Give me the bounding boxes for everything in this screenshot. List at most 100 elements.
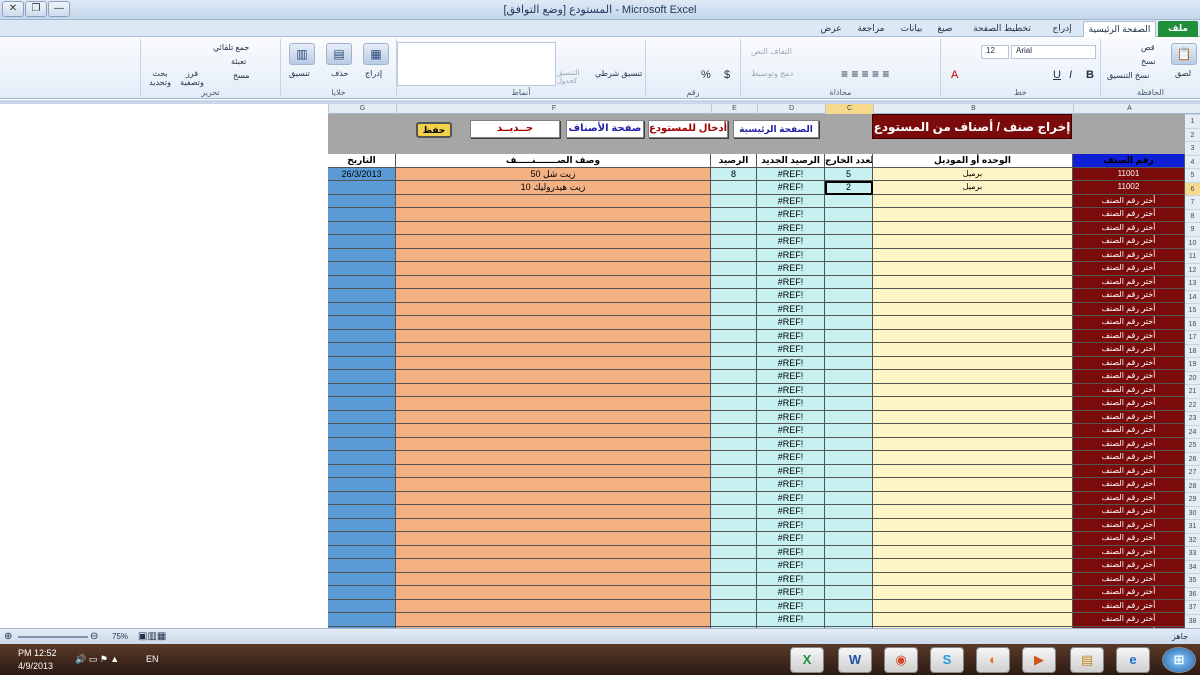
unit-cell[interactable] <box>873 289 1073 303</box>
balance-cell[interactable] <box>711 248 757 262</box>
new-balance-cell[interactable]: #REF! <box>757 424 825 438</box>
balance-cell[interactable] <box>711 613 757 627</box>
balance-cell[interactable] <box>711 532 757 546</box>
balance-cell[interactable] <box>711 383 757 397</box>
balance-cell[interactable]: 8 <box>711 167 757 181</box>
row-header[interactable]: 23 <box>1185 411 1200 425</box>
date-cell[interactable] <box>328 424 396 438</box>
new-balance-cell[interactable]: #REF! <box>757 275 825 289</box>
out-qty-cell[interactable] <box>825 343 873 357</box>
item-no-cell[interactable]: أختر رقم الصنف <box>1073 478 1185 492</box>
out-qty-cell[interactable] <box>825 572 873 586</box>
date-cell[interactable] <box>328 545 396 559</box>
item-no-cell[interactable]: أختر رقم الصنف <box>1073 208 1185 222</box>
new-balance-cell[interactable]: #REF! <box>757 545 825 559</box>
balance-cell[interactable] <box>711 343 757 357</box>
row-header[interactable]: 21 <box>1185 384 1200 398</box>
column-header-b[interactable]: B <box>873 104 1073 114</box>
new-balance-cell[interactable]: #REF! <box>757 235 825 249</box>
fill-button[interactable]: تعبئة <box>231 57 246 66</box>
merge-center-button[interactable]: دمج وتوسيط <box>751 69 793 78</box>
description-cell[interactable] <box>396 194 711 208</box>
description-cell[interactable] <box>396 221 711 235</box>
new-balance-cell[interactable]: #REF! <box>757 478 825 492</box>
balance-cell[interactable] <box>711 329 757 343</box>
new-balance-cell[interactable]: #REF! <box>757 208 825 222</box>
unit-cell[interactable] <box>873 424 1073 438</box>
cut-button[interactable]: قص <box>1141 43 1155 52</box>
column-header-a[interactable]: A <box>1073 104 1185 114</box>
balance-cell[interactable] <box>711 181 757 195</box>
row-header[interactable]: 24 <box>1185 424 1200 439</box>
out-qty-cell[interactable] <box>825 356 873 370</box>
item-no-cell[interactable]: أختر رقم الصنف <box>1073 572 1185 586</box>
view-buttons-icon[interactable]: ▣▥▦ <box>138 631 166 642</box>
unit-cell[interactable] <box>873 532 1073 546</box>
description-cell[interactable] <box>396 518 711 532</box>
new-balance-cell[interactable]: #REF! <box>757 518 825 532</box>
balance-cell[interactable] <box>711 275 757 289</box>
out-qty-cell[interactable] <box>825 491 873 505</box>
format-painter-button[interactable]: نسخ التنسيق <box>1107 71 1149 80</box>
unit-cell[interactable] <box>873 194 1073 208</box>
item-no-cell[interactable]: أختر رقم الصنف <box>1073 221 1185 235</box>
new-balance-cell[interactable]: #REF! <box>757 559 825 573</box>
unit-cell[interactable] <box>873 316 1073 330</box>
balance-cell[interactable] <box>711 235 757 249</box>
description-cell[interactable] <box>396 248 711 262</box>
balance-cell[interactable] <box>711 505 757 519</box>
description-cell[interactable] <box>396 424 711 438</box>
currency-button[interactable]: $ <box>724 69 730 81</box>
unit-cell[interactable] <box>873 613 1073 627</box>
item-no-cell[interactable]: أختر رقم الصنف <box>1073 262 1185 276</box>
row-header[interactable]: 4 <box>1185 154 1200 169</box>
new-balance-cell[interactable]: #REF! <box>757 302 825 316</box>
row-header[interactable]: 17 <box>1185 330 1200 344</box>
underline-button[interactable]: U <box>1053 69 1061 81</box>
out-qty-cell[interactable] <box>825 275 873 289</box>
date-cell[interactable] <box>328 613 396 627</box>
item-no-cell[interactable]: أختر رقم الصنف <box>1073 464 1185 478</box>
row-header[interactable]: 5 <box>1185 168 1200 182</box>
date-cell[interactable] <box>328 532 396 546</box>
item-no-cell[interactable]: أختر رقم الصنف <box>1073 356 1185 370</box>
description-cell[interactable] <box>396 289 711 303</box>
out-qty-cell[interactable] <box>825 532 873 546</box>
date-cell[interactable] <box>328 478 396 492</box>
tray-icons[interactable]: 🔊 ▭ ⚑ ▲ <box>75 654 119 665</box>
column-header-d[interactable]: D <box>757 104 825 114</box>
description-cell[interactable] <box>396 437 711 451</box>
out-qty-cell[interactable] <box>825 478 873 492</box>
item-no-cell[interactable]: أختر رقم الصنف <box>1073 491 1185 505</box>
item-no-cell[interactable]: 11002 <box>1073 181 1185 195</box>
description-cell[interactable] <box>396 316 711 330</box>
date-cell[interactable] <box>328 289 396 303</box>
description-cell[interactable] <box>396 356 711 370</box>
out-qty-cell[interactable] <box>825 329 873 343</box>
zoom-level[interactable]: 75% <box>112 632 128 641</box>
stock-in-button[interactable]: أدخال للمستودع <box>648 120 728 138</box>
balance-cell[interactable] <box>711 289 757 303</box>
out-qty-cell[interactable] <box>825 370 873 384</box>
date-cell[interactable] <box>328 194 396 208</box>
row-header[interactable]: 10 <box>1185 235 1200 250</box>
item-no-cell[interactable]: أختر رقم الصنف <box>1073 518 1185 532</box>
chrome-taskbar-icon[interactable]: ◉ <box>884 647 918 673</box>
new-button[interactable]: جــديــد <box>470 120 560 138</box>
paste-button[interactable]: لصق <box>1175 69 1191 78</box>
new-balance-cell[interactable]: #REF! <box>757 356 825 370</box>
unit-cell[interactable] <box>873 248 1073 262</box>
zoom-slider[interactable] <box>18 636 88 638</box>
description-cell[interactable] <box>396 397 711 411</box>
percent-button[interactable]: % <box>701 69 711 81</box>
item-no-cell[interactable]: أختر رقم الصنف <box>1073 545 1185 559</box>
date-cell[interactable] <box>328 343 396 357</box>
balance-cell[interactable] <box>711 302 757 316</box>
item-no-cell[interactable]: أختر رقم الصنف <box>1073 316 1185 330</box>
out-qty-cell[interactable] <box>825 262 873 276</box>
insert-cells-icon[interactable]: ▦ <box>363 43 389 65</box>
column-header-g[interactable]: G <box>328 104 396 114</box>
description-cell[interactable] <box>396 410 711 424</box>
row-header[interactable]: 28 <box>1185 478 1200 493</box>
item-no-cell[interactable]: أختر رقم الصنف <box>1073 505 1185 519</box>
